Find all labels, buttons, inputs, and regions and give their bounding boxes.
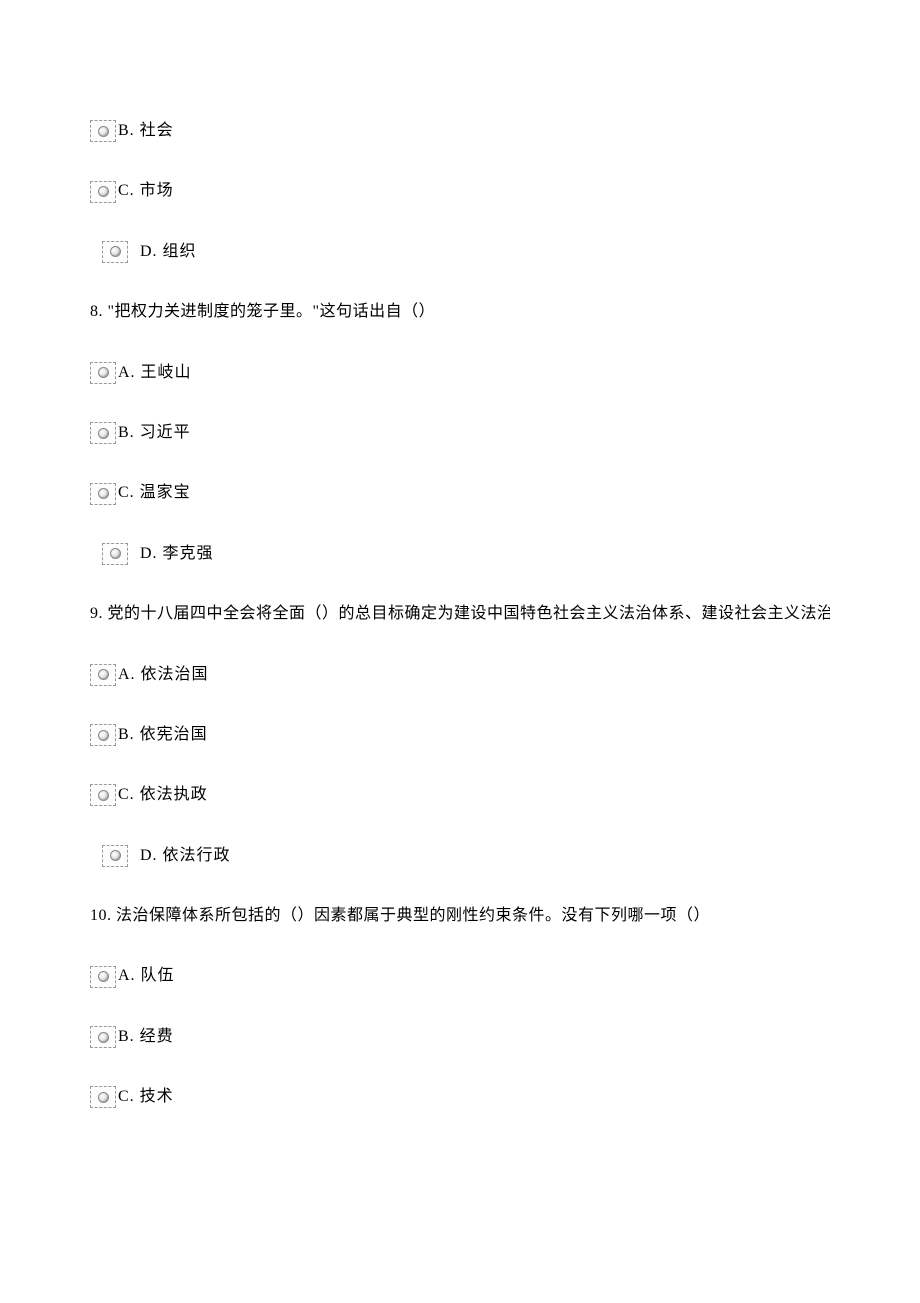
option-label: B. 经费	[118, 1026, 174, 1048]
question-8-text: 8. "把权力关进制度的笼子里。"这句话出自（）	[90, 301, 830, 323]
radio-icon	[90, 362, 116, 384]
option-label: A. 队伍	[118, 965, 175, 987]
radio-icon	[90, 724, 116, 746]
q10-option-b[interactable]: B. 经费	[90, 1026, 830, 1048]
radio-icon	[102, 845, 128, 867]
option-label: B. 习近平	[118, 422, 191, 444]
q8-option-a[interactable]: A. 王岐山	[90, 362, 830, 384]
q9-option-a[interactable]: A. 依法治国	[90, 664, 830, 686]
option-label: D. 组织	[140, 241, 197, 263]
radio-icon	[90, 422, 116, 444]
option-label: C. 依法执政	[118, 784, 208, 806]
radio-icon	[90, 784, 116, 806]
option-label: B. 依宪治国	[118, 724, 208, 746]
q7-option-d[interactable]: D. 组织	[90, 241, 830, 263]
q8-option-c[interactable]: C. 温家宝	[90, 482, 830, 504]
q9-option-b[interactable]: B. 依宪治国	[90, 724, 830, 746]
q9-option-d[interactable]: D. 依法行政	[90, 845, 830, 867]
radio-icon	[90, 181, 116, 203]
question-9-text: 9. 党的十八届四中全会将全面（）的总目标确定为建设中国特色社会主义法治体系、建…	[90, 603, 830, 625]
option-label: C. 温家宝	[118, 482, 191, 504]
q8-option-b[interactable]: B. 习近平	[90, 422, 830, 444]
q9-option-c[interactable]: C. 依法执政	[90, 784, 830, 806]
option-label: A. 王岐山	[118, 362, 192, 384]
question-10-text: 10. 法治保障体系所包括的（）因素都属于典型的刚性约束条件。没有下列哪一项（）	[90, 905, 830, 927]
radio-icon	[90, 120, 116, 142]
radio-icon	[90, 966, 116, 988]
q10-option-a[interactable]: A. 队伍	[90, 965, 830, 987]
radio-icon	[90, 664, 116, 686]
q8-option-d[interactable]: D. 李克强	[90, 543, 830, 565]
option-label: C. 技术	[118, 1086, 174, 1108]
q7-option-b[interactable]: B. 社会	[90, 120, 830, 142]
radio-icon	[102, 543, 128, 565]
radio-icon	[102, 241, 128, 263]
option-label: C. 市场	[118, 180, 174, 202]
radio-icon	[90, 1026, 116, 1048]
radio-icon	[90, 1086, 116, 1108]
q7-option-c[interactable]: C. 市场	[90, 180, 830, 202]
option-label: D. 依法行政	[140, 845, 231, 867]
option-label: D. 李克强	[140, 543, 214, 565]
option-label: A. 依法治国	[118, 664, 209, 686]
q10-option-c[interactable]: C. 技术	[90, 1086, 830, 1108]
radio-icon	[90, 483, 116, 505]
option-label: B. 社会	[118, 120, 174, 142]
